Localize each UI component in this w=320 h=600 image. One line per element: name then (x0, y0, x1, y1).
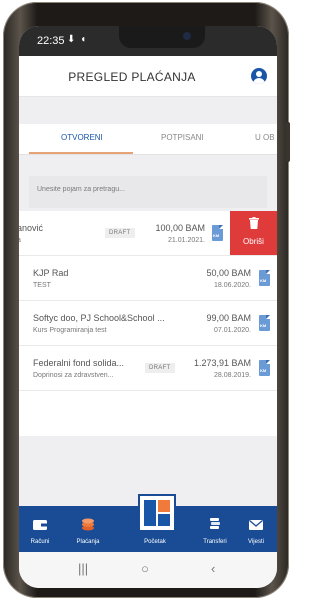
payment-description: Kurs Programiranja test (33, 327, 107, 334)
nav-label: Početak (144, 539, 166, 545)
home-tiles-icon[interactable] (138, 494, 176, 532)
draft-badge: DRAFT (145, 363, 175, 373)
delete-button[interactable]: Obriši (230, 211, 277, 255)
payment-date: 28.08.2019. (214, 372, 251, 379)
back-button[interactable]: ‹ (211, 561, 215, 576)
phone-screen: 22:35 ⬇ ◖ PREGLED PLAĆANJA OTVORENI POTP… (19, 26, 277, 588)
nav-label: Plaćanja (76, 539, 100, 545)
nav-label: Vijesti (248, 539, 264, 545)
payment-name: Federalni fond solida... (33, 358, 125, 368)
nav-vijesti[interactable]: Vijesti (236, 506, 276, 552)
draft-badge: DRAFT (105, 228, 135, 238)
payment-name: KJP Rad (33, 268, 69, 278)
document-icon[interactable]: KM (259, 270, 270, 286)
trash-icon (249, 217, 259, 229)
transfer-icon (210, 518, 220, 529)
tab-bar: OTVORENI POTPISANI U OB (19, 124, 277, 155)
nav-racuni[interactable]: Računi (20, 506, 60, 552)
nav-label: Transferi (203, 539, 227, 545)
payment-date: 18.06.2020. (214, 282, 251, 289)
camera-notch (119, 26, 205, 48)
payment-row[interactable]: anović a DRAFT 100,00 BAM 21.01.2021. KM… (19, 211, 277, 256)
home-button[interactable]: ○ (141, 561, 149, 576)
status-icons: ⬇ ◖ (67, 34, 88, 45)
payment-row[interactable]: Federalni fond solida... Doprinosi za zd… (19, 346, 277, 391)
payment-name: anović (19, 223, 44, 233)
payment-description: TEST (33, 282, 51, 289)
wallet-icon (33, 520, 47, 530)
tab-u-obradi[interactable]: U OB (255, 133, 275, 142)
document-icon[interactable]: KM (212, 225, 223, 241)
user-circle-icon[interactable] (251, 68, 267, 84)
app-header: PREGLED PLAĆANJA (19, 56, 277, 97)
payment-amount: 99,00 BAM (206, 313, 251, 323)
payment-amount: 100,00 BAM (155, 223, 205, 233)
payment-date: 07.01.2020. (214, 327, 251, 334)
payment-description: Doprinosi za zdravstven... (33, 372, 114, 379)
search-input[interactable] (37, 186, 257, 193)
active-tab-indicator (29, 152, 133, 154)
status-bar: 22:35 ⬇ ◖ (19, 26, 277, 56)
tab-potpisani[interactable]: POTPISANI (161, 133, 204, 142)
payment-list: anović a DRAFT 100,00 BAM 21.01.2021. KM… (19, 211, 277, 436)
payment-name: Softyc doo, PJ School&School ... (33, 313, 165, 323)
android-navigation-bar: ||| ○ ‹ (19, 552, 277, 588)
phone-frame: 22:35 ⬇ ◖ PREGLED PLAĆANJA OTVORENI POTP… (3, 2, 290, 598)
document-icon[interactable]: KM (259, 315, 270, 331)
envelope-icon (249, 520, 263, 530)
phone-side-button (286, 122, 290, 162)
search-box (29, 176, 267, 208)
camera-icon (183, 32, 191, 40)
delete-button-label: Obriši (243, 237, 264, 246)
payment-row[interactable]: Softyc doo, PJ School&School ... Kurs Pr… (19, 301, 277, 346)
payment-amount: 1.273,91 BAM (193, 358, 251, 368)
coins-icon (82, 518, 94, 531)
status-time: 22:35 (37, 35, 65, 47)
payment-row[interactable]: KJP Rad TEST 50,00 BAM 18.06.2020. KM (19, 256, 277, 301)
payment-description: a (19, 237, 21, 244)
nav-transferi[interactable]: Transferi (195, 506, 235, 552)
payment-amount: 50,00 BAM (206, 268, 251, 278)
document-icon[interactable]: KM (259, 360, 270, 376)
page-title: PREGLED PLAĆANJA (68, 70, 196, 84)
tab-otvoreni[interactable]: OTVORENI (61, 133, 103, 142)
recents-button[interactable]: ||| (78, 561, 88, 576)
nav-label: Računi (30, 539, 50, 545)
payment-date: 21.01.2021. (168, 237, 205, 244)
nav-placanja[interactable]: Plaćanja (68, 506, 108, 552)
